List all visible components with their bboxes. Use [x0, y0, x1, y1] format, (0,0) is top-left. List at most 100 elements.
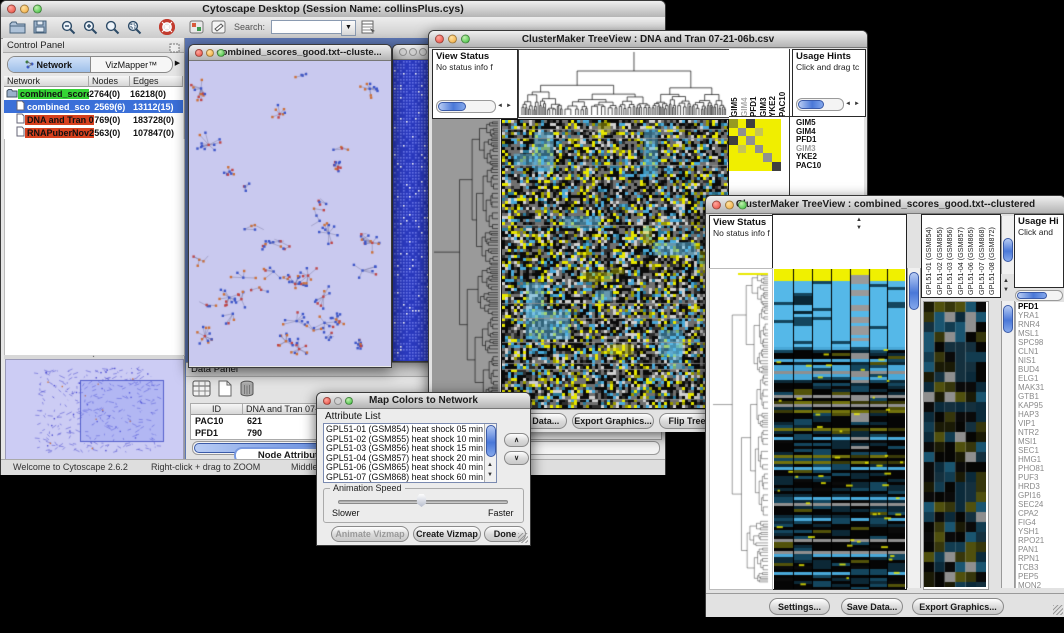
zoom-icon[interactable]	[419, 48, 427, 56]
scroll-up-icon[interactable]: ▲	[487, 462, 493, 468]
gene-label[interactable]: NTR2	[1018, 428, 1064, 437]
delete-attribute-icon[interactable]	[239, 380, 255, 402]
animate-vizmap-button[interactable]: Animate Vizmap	[331, 526, 409, 542]
scroll-right-icon[interactable]: ►	[854, 101, 860, 107]
gene-label[interactable]: MAK31	[1018, 383, 1064, 392]
tv1-heatmap[interactable]	[501, 119, 729, 409]
tv1-column-label[interactable]: PFD1	[749, 53, 758, 117]
tv2-column-label[interactable]: GPL51-01 (GSM854)	[924, 217, 934, 295]
usage-hints-scrollbar[interactable]	[796, 98, 844, 111]
tv2-column-label[interactable]: GPL51-03 (GSM856)	[945, 217, 955, 295]
network-list-item[interactable]: combined_sco2569(6)13112(15)	[4, 100, 183, 113]
gene-label[interactable]: PHO81	[1018, 464, 1064, 473]
col-edges[interactable]: Edges	[130, 76, 183, 87]
zoom-icon[interactable]	[345, 397, 353, 405]
gene-label[interactable]: HMG1	[1018, 455, 1064, 464]
gene-label[interactable]: CLN1	[1018, 347, 1064, 356]
window-controls[interactable]	[7, 5, 42, 14]
tv2-zoom-panel[interactable]	[923, 301, 989, 590]
zoom-icon[interactable]	[461, 35, 470, 44]
tv1-mini-heatmap[interactable]	[729, 119, 781, 171]
open-file-icon[interactable]	[9, 20, 26, 39]
close-icon[interactable]	[323, 397, 331, 405]
speed-slider-thumb[interactable]	[416, 494, 427, 507]
gene-label[interactable]: YSH1	[1018, 527, 1064, 536]
gene-label[interactable]: CPA2	[1018, 509, 1064, 518]
zoom-icon[interactable]	[217, 49, 225, 57]
main-title-bar[interactable]: Cytoscape Desktop (Session Name: collins…	[1, 1, 665, 18]
network-overview-canvas[interactable]	[6, 360, 181, 458]
gene-label[interactable]: YRA1	[1018, 311, 1064, 320]
gene-label[interactable]: BUD4	[1018, 365, 1064, 374]
network-list-item[interactable]: DNA and Tran 07769(0)183728(0)	[4, 113, 183, 126]
gene-label[interactable]: FIG4	[1018, 518, 1064, 527]
gene-list-hscrollbar[interactable]	[1015, 290, 1063, 301]
gene-label[interactable]: VIP1	[1018, 419, 1064, 428]
tv1-row-label[interactable]: PAC10	[796, 162, 856, 171]
gene-label[interactable]: RPO21	[1018, 536, 1064, 545]
zoom-selected-icon[interactable]	[105, 20, 120, 40]
gene-label[interactable]: HRD3	[1018, 482, 1064, 491]
gene-label[interactable]: NIS1	[1018, 356, 1064, 365]
attribute-table-icon[interactable]	[192, 380, 211, 402]
gene-label[interactable]: GPI16	[1018, 491, 1064, 500]
gene-label[interactable]: ELG1	[1018, 374, 1064, 383]
annotation-icon[interactable]	[211, 20, 226, 39]
scroll-left-icon[interactable]: ◄	[497, 103, 503, 109]
export-graphics-button[interactable]: Export Graphics...	[912, 598, 1004, 615]
gene-label[interactable]: HAP3	[1018, 410, 1064, 419]
gene-label[interactable]: SEC1	[1018, 446, 1064, 455]
save-session-icon[interactable]	[33, 20, 47, 39]
create-vizmap-button[interactable]: Create Vizmap	[413, 526, 481, 542]
close-icon[interactable]	[195, 49, 203, 57]
gene-label[interactable]: KAP95	[1018, 401, 1064, 410]
scroll-left-icon[interactable]: ◄	[845, 101, 851, 107]
gene-label[interactable]: PUF3	[1018, 473, 1064, 482]
col-network[interactable]: Network	[4, 76, 89, 87]
help-lifering-icon[interactable]	[159, 19, 175, 40]
gene-label[interactable]: SEC24	[1018, 500, 1064, 509]
settings-button[interactable]: Settings...	[769, 598, 830, 615]
minimize-icon[interactable]	[20, 5, 29, 14]
new-attribute-icon[interactable]	[217, 380, 233, 402]
tv1-row-dendrogram[interactable]	[432, 119, 500, 409]
tab-network[interactable]: Network	[8, 57, 91, 72]
scroll-down-icon[interactable]: ▼	[856, 225, 862, 231]
tv2-zoom-vscrollbar[interactable]	[1001, 301, 1015, 588]
close-icon[interactable]	[7, 5, 16, 14]
gene-label[interactable]: RPN1	[1018, 554, 1064, 563]
resize-grip[interactable]	[1053, 605, 1063, 615]
tv2-column-label[interactable]: GPL51-07 (GSM868)	[977, 217, 987, 295]
network-list-item[interactable]: combined_scores_2764(0)16218(0)	[4, 87, 183, 100]
minimize-icon[interactable]	[409, 48, 417, 56]
tv2-column-label[interactable]: GPL51-04 (GSM857)	[956, 217, 966, 295]
minimize-icon[interactable]	[334, 397, 342, 405]
attribute-list-item[interactable]: GPL51-07 (GSM868) heat shock 60 min	[324, 473, 496, 483]
minimize-icon[interactable]	[725, 200, 734, 209]
view-status-scrollbar[interactable]	[436, 100, 496, 113]
network-canvas[interactable]	[189, 61, 389, 366]
tv1-column-dendrogram[interactable]	[518, 49, 731, 118]
tv2-heatmap-vscrollbar[interactable]	[907, 268, 921, 588]
tv1-column-label[interactable]: GIM5	[730, 53, 739, 117]
search-dropdown-icon[interactable]: ▼	[341, 20, 356, 36]
tv2-column-label[interactable]: GPL51-02 (GSM855)	[935, 217, 945, 295]
zoom-icon[interactable]	[738, 200, 747, 209]
gene-label[interactable]: PFD1	[1018, 302, 1064, 311]
save-data-button[interactable]: Save Data...	[841, 598, 903, 615]
move-down-button[interactable]: ∨	[504, 451, 529, 465]
tv1-column-label[interactable]: GIM4	[740, 53, 749, 117]
scroll-right-icon[interactable]: ►	[506, 103, 512, 109]
tv2-column-label[interactable]: GPL51-08 (GSM872)	[987, 217, 997, 295]
gene-label[interactable]: PEP5	[1018, 572, 1064, 581]
tv1-column-label[interactable]: YKE2	[768, 53, 777, 117]
close-icon[interactable]	[399, 48, 407, 56]
tv2-gene-list[interactable]: PFD1YRA1RNR4MSL1SPC98CLN1NIS1BUD4ELG1MAK…	[1015, 302, 1064, 588]
data-col-id[interactable]: ID	[191, 404, 243, 415]
tv1-column-label[interactable]: PAC10	[778, 53, 787, 117]
minimize-icon[interactable]	[448, 35, 457, 44]
network-list-item[interactable]: RNAPuberNov2+563(0)107847(0)	[4, 126, 183, 139]
gene-label[interactable]: MSL1	[1018, 329, 1064, 338]
zoom-in-icon[interactable]	[83, 20, 98, 40]
zoom-fit-icon[interactable]	[127, 20, 142, 40]
